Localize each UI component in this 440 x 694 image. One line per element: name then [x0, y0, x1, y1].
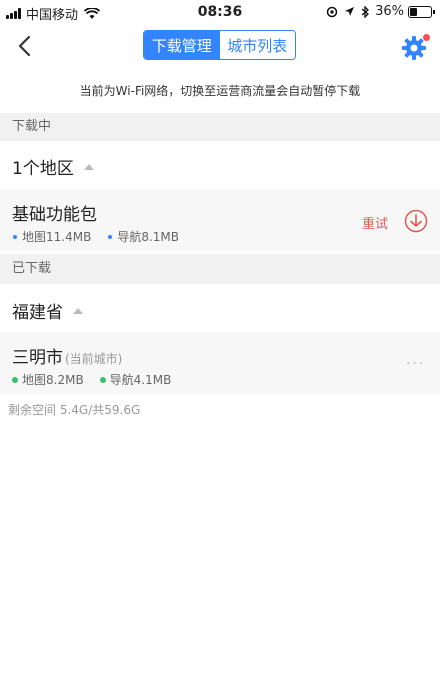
section-header-downloaded: 已下载 — [0, 254, 440, 284]
collapse-triangle-icon — [73, 307, 83, 314]
map-size: 地图11.4MB — [22, 230, 92, 244]
nav-size: 导航8.1MB — [117, 230, 179, 244]
province-group-toggle[interactable]: 福建省 — [12, 298, 83, 323]
item-name: 三明市 — [12, 348, 63, 368]
downloaded-item[interactable]: 三明市 (当前城市) 地图8.2MB 导航4.1MB ··· — [0, 332, 440, 394]
map-size: 地图8.2MB — [22, 373, 84, 387]
download-item[interactable]: 基础功能包 地图11.4MB 导航8.1MB 重试 — [0, 189, 440, 251]
nav-size: 导航4.1MB — [109, 373, 172, 387]
back-chevron-icon[interactable] — [12, 32, 40, 60]
wifi-notice: 当前为Wi-Fi网络，切换至运营商流量会自动暂停下载 — [79, 84, 361, 98]
storage-info: 剩余空间 5.4G/共59.6G — [8, 403, 141, 417]
bluetooth-icon — [361, 5, 370, 18]
item-meta: 地图8.2MB 导航4.1MB — [12, 371, 171, 388]
province-label: 福建省 — [12, 303, 63, 323]
retry-button[interactable]: 重试 — [362, 213, 388, 232]
orientation-lock-icon — [326, 6, 338, 17]
segmented-control: 下载管理 城市列表 — [143, 30, 296, 60]
section-title: 下载中 — [12, 119, 52, 134]
location-arrow-icon — [345, 7, 355, 16]
more-options-button[interactable]: ··· — [406, 356, 425, 372]
notification-dot — [423, 34, 430, 41]
region-label: 1个地区 — [12, 159, 74, 179]
tab-city-list[interactable]: 城市列表 — [219, 31, 295, 59]
map-dot-icon — [12, 233, 18, 240]
battery-percent: 36% — [375, 4, 404, 19]
status-bar: 中国移动 08:36 36% — [0, 0, 440, 24]
status-right: 36% — [326, 4, 435, 19]
nav-dot-icon — [99, 376, 106, 383]
section-header-downloading: 下载中 — [0, 113, 440, 141]
download-arrow-icon[interactable] — [404, 209, 428, 233]
section-title: 已下载 — [12, 261, 52, 276]
collapse-triangle-icon — [83, 163, 94, 170]
item-name: 基础功能包 — [12, 205, 97, 225]
nav-dot-icon — [107, 233, 114, 240]
map-dot-icon — [12, 376, 18, 383]
battery-icon — [408, 5, 435, 18]
item-name-wrap: 三明市 (当前城市) — [12, 343, 122, 368]
current-city-hint: (当前城市) — [65, 352, 123, 366]
region-group-toggle[interactable]: 1个地区 — [12, 154, 94, 179]
tab-download-manage[interactable]: 下载管理 — [144, 31, 220, 59]
nav-bar: 下载管理 城市列表 — [0, 24, 440, 70]
item-meta: 地图11.4MB 导航8.1MB — [12, 228, 179, 245]
